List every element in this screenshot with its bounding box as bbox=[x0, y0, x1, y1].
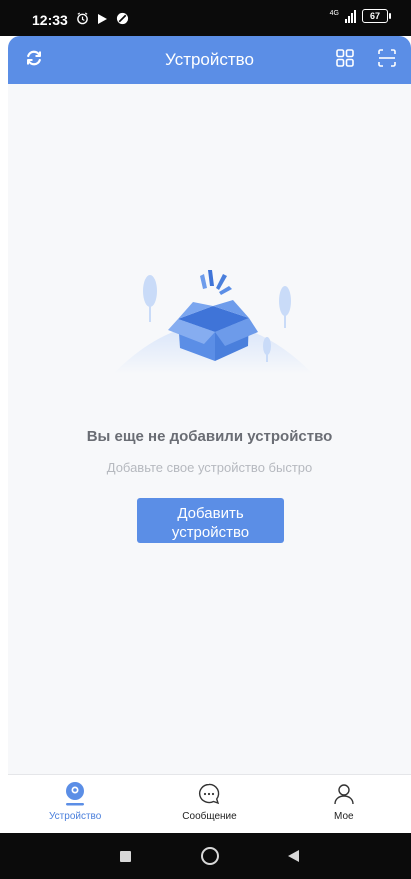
home-button[interactable] bbox=[201, 847, 219, 865]
main-content: Вы еще не добавили устройство Добавьте с… bbox=[8, 84, 411, 774]
battery-icon: 67 bbox=[362, 9, 391, 23]
tab-profile[interactable]: Мое bbox=[277, 775, 411, 833]
no-disturb-icon bbox=[116, 12, 129, 28]
system-nav-bar bbox=[0, 833, 411, 879]
grid-icon bbox=[335, 48, 355, 73]
back-button[interactable] bbox=[288, 850, 299, 862]
empty-state-subtitle: Добавьте свое устройство быстро bbox=[106, 460, 313, 475]
alarm-icon bbox=[76, 12, 89, 28]
status-bar: 12:33 4G 67 bbox=[0, 0, 411, 36]
empty-state-title: Вы еще не добавили устройство bbox=[86, 428, 333, 445]
tab-device[interactable]: Устройство bbox=[8, 775, 142, 833]
signal-icon bbox=[345, 9, 356, 23]
play-icon bbox=[97, 13, 108, 28]
recent-apps-button[interactable] bbox=[120, 851, 131, 862]
tab-message[interactable]: Сообщение bbox=[142, 775, 276, 833]
refresh-icon bbox=[24, 48, 44, 73]
profile-icon bbox=[331, 781, 357, 807]
empty-box-illustration bbox=[108, 264, 318, 384]
grid-view-button[interactable] bbox=[333, 48, 357, 72]
refresh-button[interactable] bbox=[22, 48, 46, 72]
status-time: 12:33 bbox=[32, 12, 68, 28]
scan-button[interactable] bbox=[375, 48, 399, 72]
bottom-tab-bar: Устройство Сообщение Мое bbox=[8, 775, 411, 833]
app-header: Устройство bbox=[8, 36, 411, 84]
scan-icon bbox=[377, 48, 397, 73]
tab-device-label: Устройство bbox=[49, 811, 102, 822]
battery-level: 67 bbox=[362, 9, 388, 23]
tab-message-label: Сообщение bbox=[182, 811, 237, 822]
tab-profile-label: Мое bbox=[334, 811, 354, 822]
add-device-button[interactable]: Добавить устройство bbox=[137, 498, 284, 543]
camera-icon bbox=[62, 781, 88, 807]
network-type: 4G bbox=[329, 9, 339, 17]
message-icon bbox=[196, 781, 222, 807]
